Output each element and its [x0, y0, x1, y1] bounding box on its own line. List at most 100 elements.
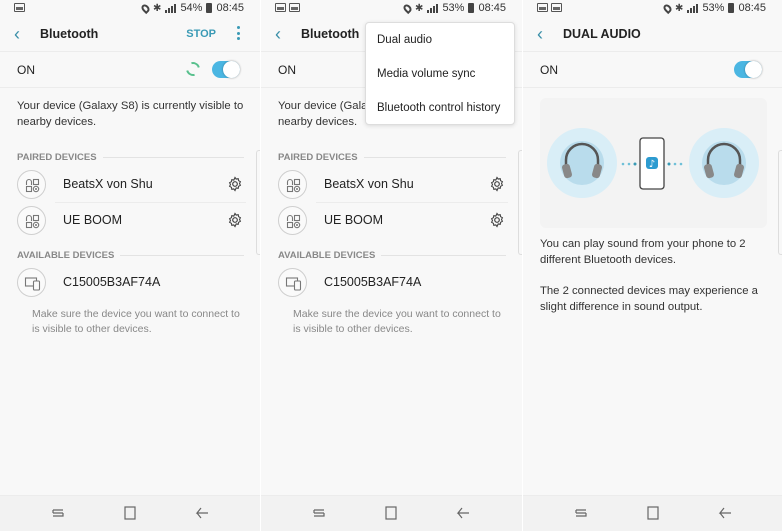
- back-button[interactable]: ‹: [14, 25, 26, 43]
- scroll-indicator: [518, 150, 522, 255]
- menu-item-media-volume-sync[interactable]: Media volume sync: [377, 68, 475, 80]
- recent-apps-icon[interactable]: [311, 505, 327, 521]
- bluetooth-screen: ✱ 54% 08:45 ‹ Bluetooth STOP ON Your dev…: [0, 0, 260, 531]
- device-name: C15005B3AF74A: [63, 275, 161, 289]
- clock: 08:45: [478, 2, 506, 14]
- gear-icon[interactable]: [489, 176, 505, 192]
- paired-device-row[interactable]: BeatsX von Shu: [0, 167, 260, 203]
- monitor-phone-icon: [278, 268, 307, 297]
- gear-icon[interactable]: [489, 212, 505, 228]
- available-devices-header: AVAILABLE DEVICES: [278, 250, 506, 261]
- more-options-icon[interactable]: [236, 26, 240, 40]
- dual-audio-description: You can play sound from your phone to 2 …: [540, 238, 746, 266]
- battery-percent: 53%: [702, 2, 725, 14]
- gallery-notification-icon: [537, 3, 548, 12]
- toggle-label: ON: [540, 63, 558, 77]
- clock: 08:45: [738, 2, 766, 14]
- toggle-label: ON: [17, 63, 35, 77]
- page-title: Bluetooth: [301, 27, 360, 41]
- available-device-row[interactable]: C15005B3AF74A: [0, 265, 260, 301]
- phone-music-icon: ♪: [639, 137, 665, 190]
- paired-device-row[interactable]: UE BOOM: [0, 203, 260, 239]
- bluetooth-switch[interactable]: [212, 61, 240, 78]
- monitor-phone-icon: [17, 268, 46, 297]
- toggle-label: ON: [278, 63, 296, 77]
- home-icon[interactable]: [383, 505, 399, 521]
- device-name: BeatsX von Shu: [63, 177, 153, 191]
- home-icon[interactable]: [645, 505, 661, 521]
- dual-audio-note: The 2 connected devices may experience a…: [540, 285, 758, 313]
- scanning-spinner-icon: [183, 59, 203, 79]
- device-name: UE BOOM: [324, 213, 384, 227]
- home-icon[interactable]: [122, 505, 138, 521]
- gallery-notification-icon: [275, 3, 286, 12]
- headset-speaker-icon: [278, 206, 307, 235]
- recent-apps-icon[interactable]: [573, 505, 589, 521]
- battery-percent: 53%: [442, 2, 465, 14]
- battery-icon: [728, 3, 735, 13]
- signal-icon: [165, 3, 177, 13]
- app-bar: ‹ Bluetooth STOP: [0, 18, 260, 52]
- navigation-bar: [261, 495, 522, 531]
- hint-text: Make sure the device you want to connect…: [293, 308, 501, 335]
- available-devices-label: AVAILABLE DEVICES: [17, 250, 115, 261]
- status-bar: ✱ 53% 08:45: [523, 0, 782, 18]
- paired-devices-header: PAIRED DEVICES: [278, 152, 506, 163]
- overflow-menu: Dual audio Media volume sync Bluetooth c…: [365, 22, 515, 125]
- status-bar: ✱ 53% 08:45: [261, 0, 522, 18]
- navigation-bar: [523, 495, 782, 531]
- dual-audio-screen: ✱ 53% 08:45 ‹ DUAL AUDIO ON ♪ You can pl…: [523, 0, 782, 531]
- gallery-notification-icon: [289, 3, 300, 12]
- available-device-row[interactable]: C15005B3AF74A: [261, 265, 522, 301]
- paired-devices-header: PAIRED DEVICES: [17, 152, 244, 163]
- status-bar: ✱ 54% 08:45: [0, 0, 260, 18]
- app-bar: ‹ DUAL AUDIO: [523, 18, 782, 52]
- headset-speaker-icon: [17, 206, 46, 235]
- dual-audio-switch[interactable]: [734, 61, 762, 78]
- headphones-icon: [547, 128, 617, 198]
- back-button[interactable]: ‹: [537, 25, 549, 43]
- page-title: Bluetooth: [40, 27, 99, 41]
- recent-apps-icon[interactable]: [50, 505, 66, 521]
- menu-item-bluetooth-control-history[interactable]: Bluetooth control history: [377, 102, 500, 114]
- bluetooth-icon: ✱: [153, 2, 162, 14]
- page-title: DUAL AUDIO: [563, 27, 641, 41]
- paired-devices-label: PAIRED DEVICES: [17, 152, 97, 163]
- scroll-indicator: [778, 150, 782, 255]
- device-name: C15005B3AF74A: [324, 275, 422, 289]
- location-icon: [401, 2, 414, 14]
- gallery-notification-icon: [14, 3, 25, 12]
- paired-device-row[interactable]: BeatsX von Shu: [261, 167, 522, 203]
- device-name: UE BOOM: [63, 213, 123, 227]
- bluetooth-menu-screen: ✱ 53% 08:45 ‹ Bluetooth ON Your device (…: [261, 0, 522, 531]
- headset-speaker-icon: [17, 170, 46, 199]
- location-icon: [139, 2, 152, 14]
- signal-icon: [687, 3, 699, 13]
- back-button[interactable]: ‹: [275, 25, 287, 43]
- bluetooth-icon: ✱: [675, 2, 684, 14]
- menu-item-dual-audio[interactable]: Dual audio: [377, 34, 432, 46]
- headphones-icon: [689, 128, 759, 198]
- battery-percent: 54%: [180, 2, 203, 14]
- navigation-bar: [0, 495, 260, 531]
- scroll-indicator: [256, 150, 260, 255]
- dual-audio-toggle-row[interactable]: ON: [523, 52, 782, 88]
- battery-icon: [468, 3, 475, 13]
- signal-icon: [427, 3, 439, 13]
- stop-scan-button[interactable]: STOP: [186, 28, 216, 40]
- paired-devices-label: PAIRED DEVICES: [278, 152, 358, 163]
- paired-device-row[interactable]: UE BOOM: [261, 203, 522, 239]
- gallery-notification-icon: [551, 3, 562, 12]
- device-name: BeatsX von Shu: [324, 177, 414, 191]
- visibility-text: Your device (Galaxy S8) is currently vis…: [17, 100, 244, 128]
- bluetooth-toggle-row[interactable]: ON: [0, 52, 260, 88]
- available-devices-header: AVAILABLE DEVICES: [17, 250, 244, 261]
- back-nav-icon[interactable]: [194, 505, 210, 521]
- gear-icon[interactable]: [227, 212, 243, 228]
- dual-audio-illustration: ♪: [540, 98, 767, 228]
- back-nav-icon[interactable]: [455, 505, 471, 521]
- hint-text: Make sure the device you want to connect…: [32, 308, 240, 335]
- back-nav-icon[interactable]: [717, 505, 733, 521]
- gear-icon[interactable]: [227, 176, 243, 192]
- headset-speaker-icon: [278, 170, 307, 199]
